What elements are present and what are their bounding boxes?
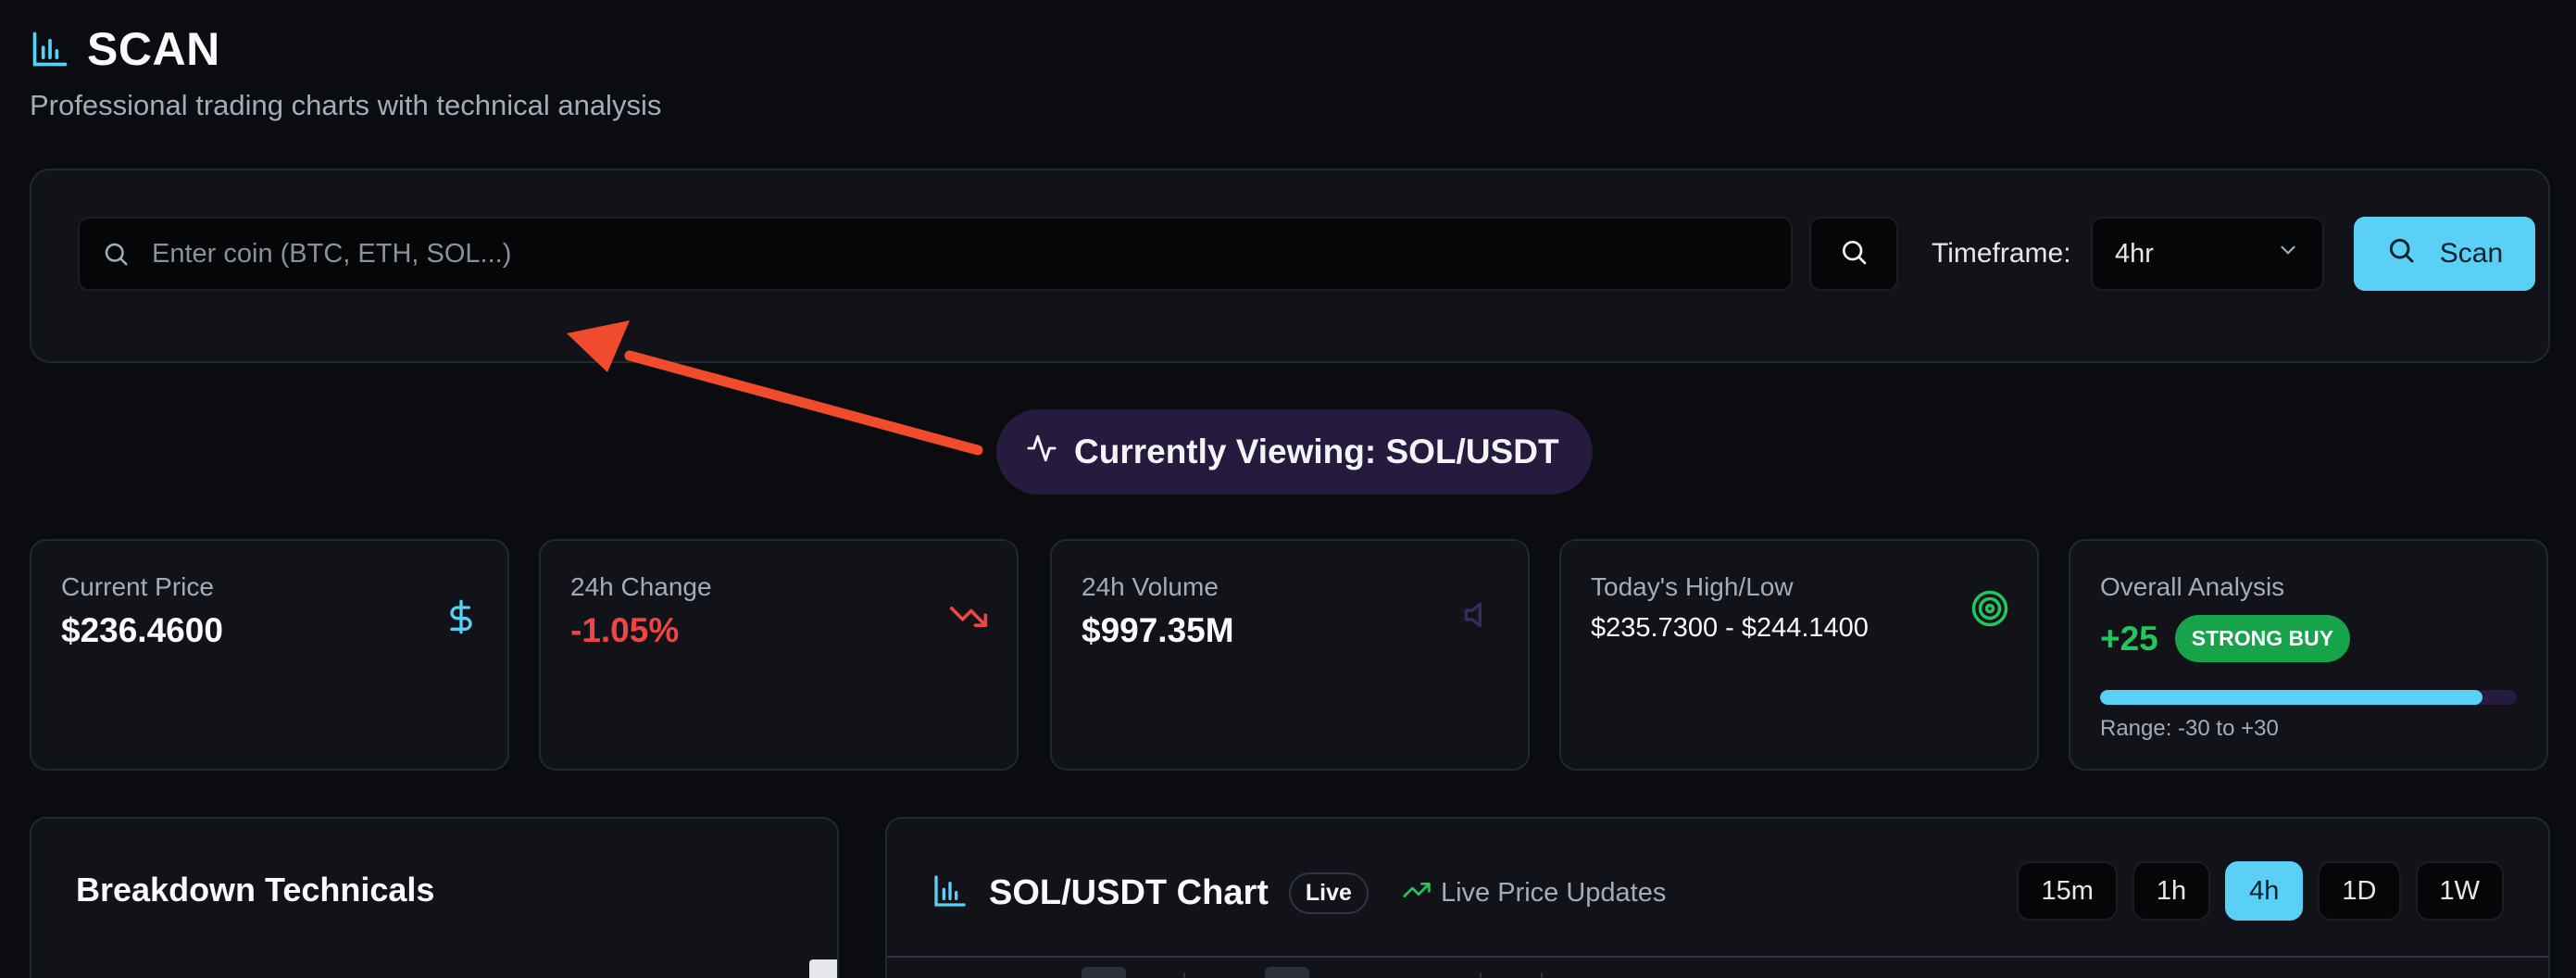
volume-24h-value: $997.35M <box>1082 611 1234 649</box>
analysis-range-bar <box>2100 690 2517 705</box>
timeframe-tab-1w[interactable]: 1W <box>2415 861 2504 921</box>
chart-toolbar <box>887 956 2548 978</box>
overall-analysis-card: Overall Analysis +25 STRONG BUY Range: -… <box>2069 539 2548 771</box>
analysis-range-label: Range: -30 to +30 <box>2100 716 2279 741</box>
live-updates-label: Live Price Updates <box>1440 878 1667 908</box>
timeframe-tab-4h[interactable]: 4h <box>2225 861 2304 921</box>
toolbar-divider <box>1480 972 1482 978</box>
analysis-range-fill <box>2100 690 2482 705</box>
current-price-card: Current Price $236.4600 <box>30 539 509 771</box>
high-low-value: $235.7300 - $244.1400 <box>1591 613 1869 643</box>
card-label: Today's High/Low <box>1591 572 1794 601</box>
volume-24h-card: 24h Volume $997.35M <box>1050 539 1530 771</box>
breakdown-title: Breakdown Technicals <box>76 871 435 909</box>
toolbar-button[interactable] <box>1082 967 1126 978</box>
card-label: 24h Change <box>570 572 712 601</box>
high-low-card: Today's High/Low $235.7300 - $244.1400 <box>1559 539 2039 771</box>
scrollbar-thumb[interactable] <box>809 959 837 978</box>
trending-down-icon <box>948 596 989 642</box>
trending-up-icon <box>1402 875 1432 912</box>
change-24h-card: 24h Change -1.05% <box>539 539 1019 771</box>
live-badge: Live <box>1288 872 1369 914</box>
toolbar-divider <box>1183 972 1185 978</box>
timeframe-tab-1h[interactable]: 1h <box>2132 861 2211 921</box>
toolbar-button[interactable] <box>1265 967 1309 978</box>
timeframe-tab-15m[interactable]: 15m <box>2017 861 2118 921</box>
dollar-icon <box>443 596 480 642</box>
activity-icon <box>1026 433 1057 472</box>
card-label: Current Price <box>61 572 214 601</box>
volume-icon <box>1463 596 1500 638</box>
live-price-updates: Live Price Updates <box>1402 875 1666 912</box>
target-icon <box>1970 589 2009 633</box>
chart-timeframe-tabs: 15m 1h 4h 1D 1W <box>2017 861 2504 921</box>
currently-viewing-label: Currently Viewing: SOL/USDT <box>1074 433 1559 470</box>
chart-title: SOL/USDT Chart <box>989 873 1269 912</box>
card-label: Overall Analysis <box>2100 572 2285 601</box>
change-24h-value: -1.05% <box>570 611 680 649</box>
timeframe-tab-1d[interactable]: 1D <box>2318 861 2401 921</box>
current-price-value: $236.4600 <box>61 611 223 649</box>
bar-chart-icon <box>932 872 969 914</box>
currently-viewing-pill: Currently Viewing: SOL/USDT <box>996 409 1593 495</box>
breakdown-technicals-panel: Breakdown Technicals <box>30 817 839 978</box>
card-label: 24h Volume <box>1082 572 1219 601</box>
signal-badge: STRONG BUY <box>2174 615 2351 662</box>
chart-panel: SOL/USDT Chart Live Live Price Updates 1… <box>885 817 2550 978</box>
toolbar-divider <box>1541 972 1543 978</box>
analysis-score: +25 <box>2100 619 2158 658</box>
